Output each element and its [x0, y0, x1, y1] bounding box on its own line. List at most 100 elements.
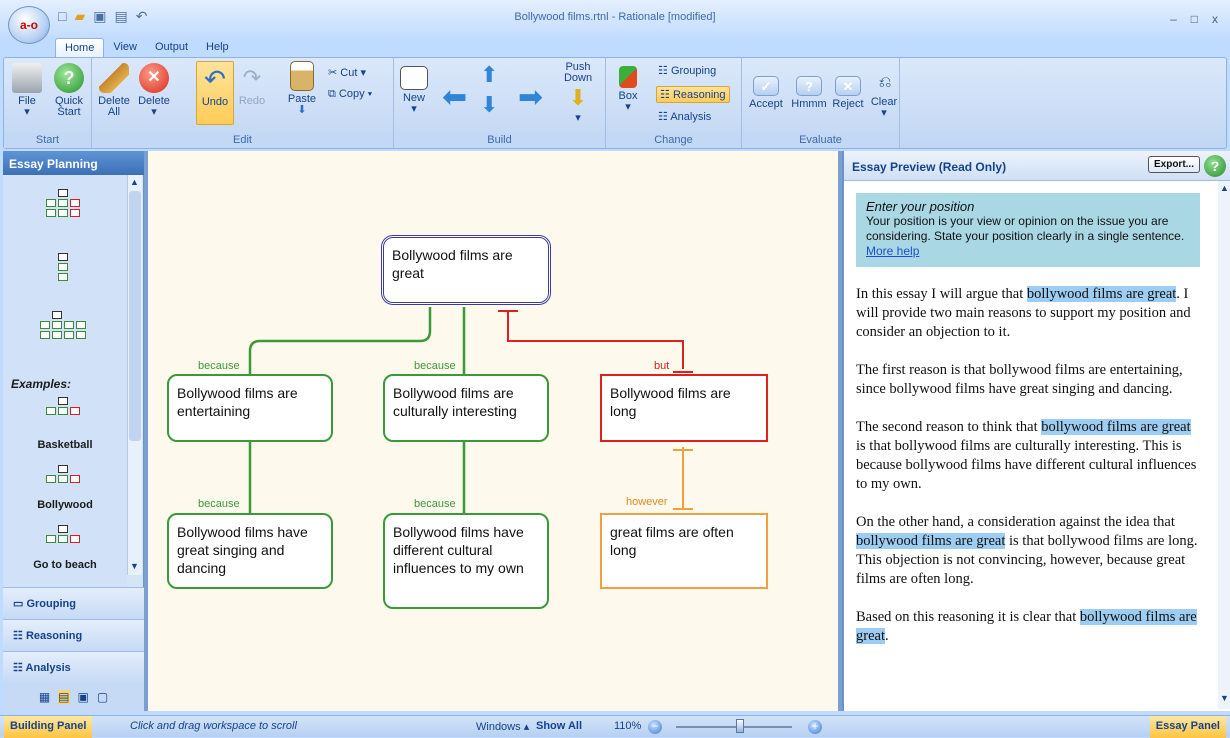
reasoning-panel-button[interactable]: ☷ Reasoning	[3, 619, 144, 651]
copy-button[interactable]: ⧉ Copy ▾	[328, 88, 372, 101]
template-chain-icon	[58, 253, 68, 281]
label-however: however	[626, 496, 668, 508]
node-rebuttal[interactable]: great films are often long	[600, 513, 768, 589]
clear-button[interactable]: ⎌ Clear ▾	[870, 70, 898, 119]
accept-button[interactable]: ✓ Accept	[744, 76, 788, 110]
window-title: Bollywood films.rtnl - Rationale [modifi…	[514, 11, 716, 23]
hmmm-button[interactable]: ? Hmmm	[790, 76, 828, 110]
reasoning-icon: ☷	[660, 89, 670, 101]
essay-highlight: bollywood films are great	[1026, 286, 1177, 302]
scroll-up-icon[interactable]: ▲	[130, 177, 139, 187]
delete-all-label: Delete All	[98, 95, 130, 118]
node-support-singing[interactable]: Bollywood films have great singing and d…	[167, 513, 333, 589]
scroll-down-icon[interactable]: ▼	[130, 561, 139, 571]
label-because-3: because	[198, 498, 240, 510]
file-button[interactable]: File ▾	[10, 63, 44, 118]
node-support-cultural[interactable]: Bollywood films have different cultural …	[383, 513, 549, 609]
arrow-up-icon[interactable]: ⬆	[480, 62, 498, 88]
paste-button[interactable]: Paste ⬇	[284, 61, 320, 116]
arrow-down-icon[interactable]: ⬇	[480, 92, 498, 118]
cut-button[interactable]: ✂ Cut ▾	[328, 66, 366, 79]
reasoning-label: Reasoning	[672, 89, 726, 101]
template-chain[interactable]	[23, 253, 103, 281]
reject-button[interactable]: ✕ Reject	[830, 76, 866, 110]
analysis-label: Analysis	[670, 111, 712, 123]
label-because-4: because	[414, 498, 456, 510]
example-beach-thumb[interactable]	[23, 525, 103, 543]
example-bollywood[interactable]: Bollywood	[3, 499, 127, 511]
position-tip: Enter your position Your position is you…	[856, 193, 1200, 267]
essay-scrollbar[interactable]: ▲ ▼	[1218, 181, 1230, 709]
ribbon-tabs: Home View Output Help	[55, 38, 238, 57]
zoom-in-button[interactable]: +	[808, 720, 822, 734]
building-panel-button[interactable]: Building Panel	[4, 716, 93, 738]
node-reason-entertaining[interactable]: Bollywood films are entertaining	[167, 374, 333, 442]
more-help-link[interactable]: More help	[866, 244, 919, 258]
scroll-down-icon[interactable]: ▼	[1220, 693, 1229, 703]
reject-label: Reject	[832, 98, 864, 110]
scroll-up-icon[interactable]: ▲	[1220, 183, 1229, 193]
group-label-edit: Edit	[92, 133, 393, 148]
template-grouping[interactable]	[23, 189, 103, 217]
left-splitter[interactable]	[144, 151, 148, 711]
delete-button[interactable]: ✕ Delete ▾	[136, 63, 172, 118]
analysis-panel-button[interactable]: ☷ Analysis	[3, 651, 144, 683]
redo-button[interactable]: ↷ Redo	[236, 63, 268, 107]
delete-all-button[interactable]: Delete All	[96, 63, 132, 118]
grouping-panel-button[interactable]: ▭ Grouping	[3, 587, 144, 619]
tab-help[interactable]: Help	[197, 38, 238, 57]
grouping-mode-button[interactable]: ☷ Grouping	[658, 64, 716, 77]
zoom-out-button[interactable]: −	[648, 720, 662, 734]
template-wide[interactable]	[23, 311, 103, 339]
view-icon-4[interactable]: ▢	[97, 690, 108, 704]
arrow-left-icon[interactable]: ⬅	[442, 80, 467, 115]
arrow-right-icon[interactable]: ➡	[518, 80, 543, 115]
essay-highlight: bollywood films are great	[856, 533, 1006, 549]
view-icon-2[interactable]: ▤	[58, 690, 70, 704]
reasoning-mode-button[interactable]: ☷ Reasoning	[656, 86, 730, 103]
template-list-scrollbar[interactable]: ▲ ▼	[127, 175, 142, 575]
box-button[interactable]: Box ▾	[612, 66, 644, 113]
application-menu-button[interactable]: a-o	[8, 6, 50, 44]
windows-menu[interactable]: Windows ▴	[476, 720, 529, 733]
essay-panel-button[interactable]: Essay Panel	[1149, 716, 1226, 738]
example-basketball-thumb[interactable]	[23, 397, 103, 415]
new-label: New	[402, 92, 425, 104]
panel-switcher: ▦ ▤ ▣ ▢	[3, 683, 144, 711]
map-workspace[interactable]: Bollywood films are great because becaus…	[148, 151, 838, 711]
eraser-icon: ⎌	[878, 74, 892, 91]
zoom-slider-thumb[interactable]	[735, 719, 744, 733]
example-go-to-beach[interactable]: Go to beach	[3, 559, 127, 571]
help-icon[interactable]: ?	[1204, 155, 1226, 177]
essay-text-span: In this essay I will argue that	[856, 286, 1027, 302]
new-box-button[interactable]: New ▾	[398, 66, 430, 115]
show-all-button[interactable]: Show All	[536, 720, 582, 732]
essay-paragraph-4: On the other hand, a consideration again…	[856, 513, 1201, 589]
tab-home[interactable]: Home	[55, 38, 105, 57]
example-bollywood-thumb[interactable]	[23, 465, 103, 483]
analysis-mode-button[interactable]: ☷ Analysis	[658, 110, 711, 123]
example-basketball[interactable]: Basketball	[3, 439, 127, 451]
delete-icon: ✕	[139, 63, 169, 93]
node-root[interactable]: Bollywood films are great	[381, 235, 551, 305]
close-button[interactable]: x	[1212, 12, 1218, 26]
scroll-thumb[interactable]	[129, 191, 141, 441]
tab-output[interactable]: Output	[146, 38, 197, 57]
push-down-button[interactable]: Push Down ⬇ ▾	[558, 62, 598, 124]
tab-view[interactable]: View	[104, 38, 146, 57]
export-button[interactable]: Export...	[1147, 156, 1200, 173]
view-icon-1[interactable]: ▦	[39, 690, 50, 704]
maximize-button[interactable]: □	[1191, 12, 1198, 26]
node-reason-culture[interactable]: Bollywood films are culturally interesti…	[383, 374, 549, 442]
zoom-slider-track[interactable]	[676, 726, 792, 728]
question-icon: ?	[796, 76, 822, 96]
undo-button[interactable]: ↶ Undo	[196, 61, 234, 125]
minimize-button[interactable]: –	[1170, 12, 1177, 26]
view-icon-3[interactable]: ▣	[78, 690, 89, 704]
push-down-icon: ⬇	[568, 85, 588, 110]
node-objection-long[interactable]: Bollywood films are long	[600, 374, 768, 442]
analysis-panel-label: Analysis	[25, 662, 71, 674]
quick-start-button[interactable]: ? Quick Start	[50, 63, 88, 118]
redo-arrow-icon: ↷	[242, 65, 262, 90]
ribbon: File ▾ ? Quick Start Start Delete All ✕ D…	[3, 57, 1227, 149]
